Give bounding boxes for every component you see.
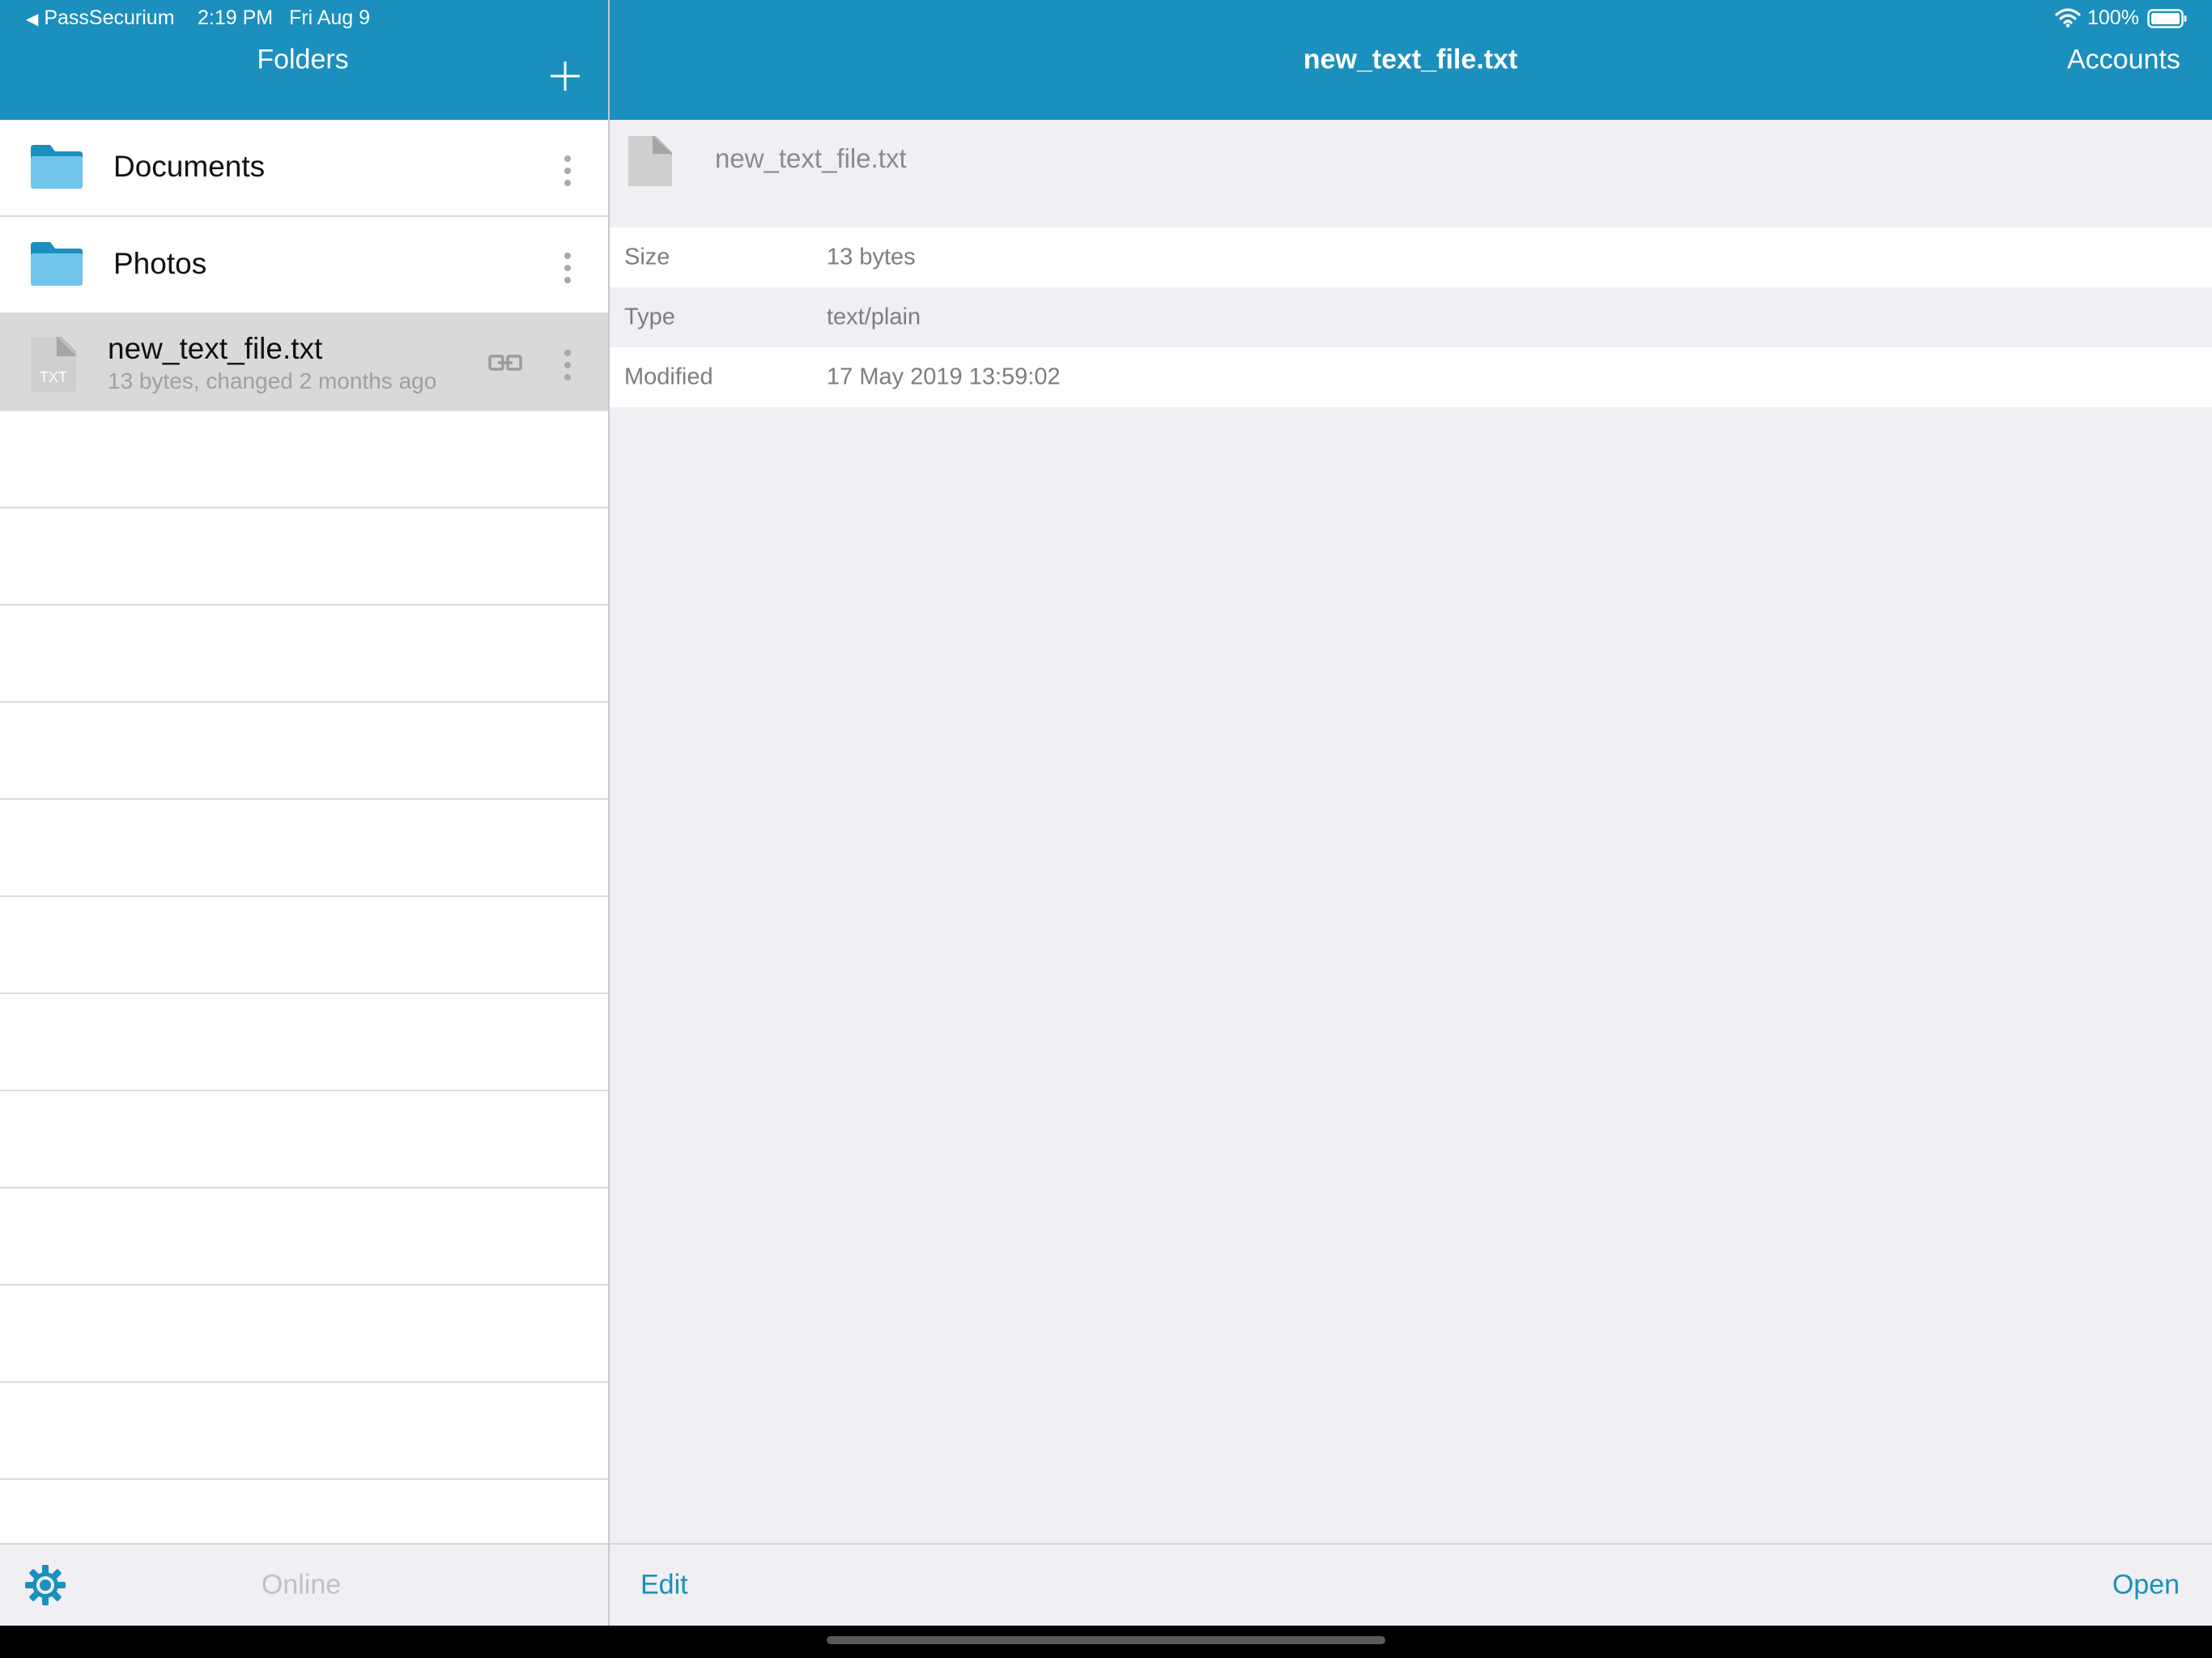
- property-row-size: Size 13 bytes: [610, 227, 2212, 287]
- empty-row: [0, 800, 608, 897]
- empty-row: [0, 1091, 608, 1188]
- add-button[interactable]: [551, 62, 580, 91]
- file-type-badge: TXT: [40, 369, 67, 385]
- txt-file-icon: TXT: [31, 337, 76, 392]
- file-header: new_text_file.txt: [610, 120, 2212, 225]
- back-triangle-icon: ◀: [26, 11, 39, 28]
- back-app-label: PassSecurium: [44, 6, 175, 29]
- detail-toolbar: Edit Open: [610, 1543, 2212, 1626]
- open-button[interactable]: Open: [2112, 1570, 2180, 1601]
- empty-row: [0, 994, 608, 1091]
- list-item-label: Documents: [113, 150, 266, 183]
- status-date: Fri Aug 9: [289, 6, 371, 29]
- empty-row: [0, 703, 608, 800]
- folder-list: Documents Photos TXT new_text_file.txt 1…: [0, 120, 608, 1543]
- link-icon[interactable]: [488, 353, 522, 376]
- list-item-documents[interactable]: Documents: [0, 120, 608, 217]
- accounts-button[interactable]: Accounts: [2067, 45, 2180, 76]
- property-value: 13 bytes: [827, 244, 916, 270]
- sidebar-toolbar: Online: [0, 1543, 608, 1626]
- settings-gear-icon[interactable]: [24, 1564, 66, 1610]
- list-item-photos[interactable]: Photos: [0, 217, 608, 314]
- header-filename: new_text_file.txt: [715, 143, 907, 173]
- empty-row: [0, 508, 608, 606]
- empty-row: [0, 411, 608, 508]
- more-options-icon[interactable]: [563, 155, 572, 192]
- sidebar-title: Folders: [257, 44, 349, 75]
- empty-row: [0, 897, 608, 994]
- more-options-icon[interactable]: [563, 253, 572, 289]
- property-label: Modified: [624, 363, 713, 390]
- property-label: Type: [624, 304, 675, 330]
- back-to-app-link[interactable]: ◀ PassSecurium: [26, 6, 175, 30]
- detail-title: new_text_file.txt: [1303, 44, 1518, 75]
- edit-button[interactable]: Edit: [640, 1570, 688, 1601]
- status-time: 2:19 PM: [198, 6, 274, 29]
- empty-row: [0, 606, 608, 703]
- property-label: Size: [624, 244, 670, 270]
- property-value: 17 May 2019 13:59:02: [827, 363, 1061, 390]
- list-item-new-text-file[interactable]: TXT new_text_file.txt 13 bytes, changed …: [0, 314, 608, 411]
- home-indicator[interactable]: [827, 1636, 1385, 1644]
- folder-icon: [31, 145, 83, 193]
- property-row-modified: Modified 17 May 2019 13:59:02: [610, 347, 2212, 407]
- empty-row: [0, 1286, 608, 1383]
- property-row-type: Type text/plain: [610, 287, 2212, 347]
- battery-icon: [2147, 9, 2188, 32]
- empty-row: [0, 1188, 608, 1286]
- list-item-subtitle: 13 bytes, changed 2 months ago: [108, 368, 437, 393]
- wifi-icon: [2055, 8, 2081, 32]
- file-icon: [628, 136, 672, 190]
- battery-percent: 100%: [2087, 6, 2139, 29]
- plus-icon: [551, 62, 580, 91]
- list-item-label: Photos: [113, 247, 207, 280]
- property-value: text/plain: [827, 304, 921, 330]
- more-options-icon[interactable]: [563, 350, 572, 386]
- folder-icon: [31, 242, 83, 290]
- connection-status: Online: [261, 1569, 342, 1601]
- list-item-label: new_text_file.txt: [108, 332, 323, 365]
- empty-row: [0, 1383, 608, 1480]
- empty-row: [0, 1480, 608, 1543]
